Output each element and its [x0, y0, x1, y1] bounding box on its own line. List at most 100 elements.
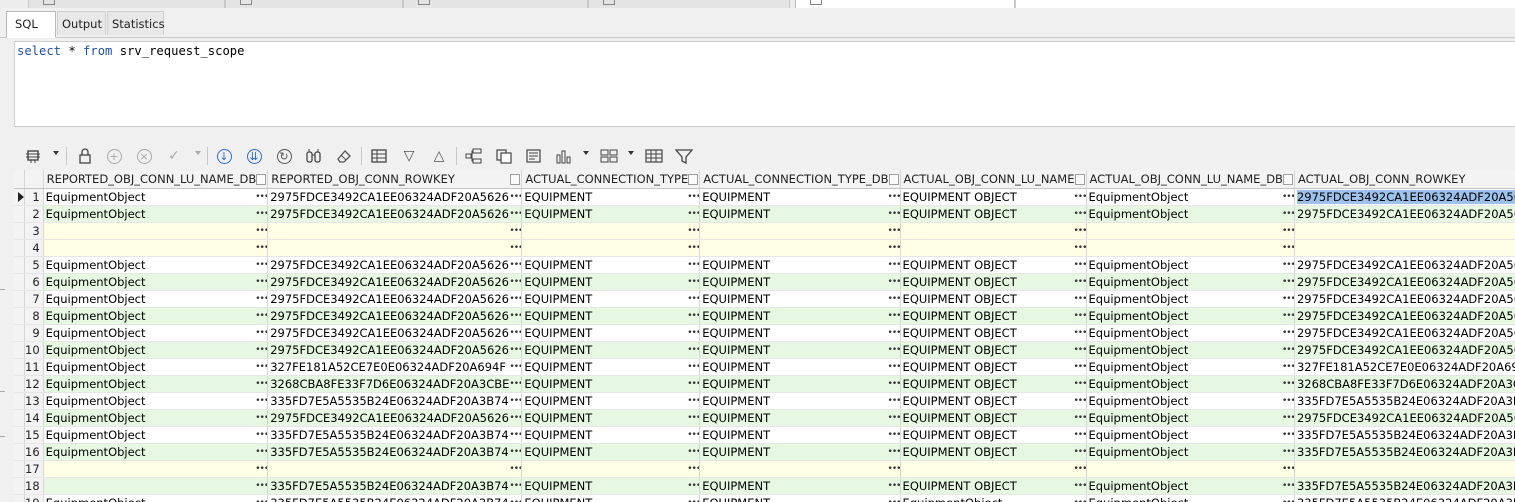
cell-editor-button[interactable]: •••	[1074, 481, 1086, 491]
table-cell[interactable]: EquipmentObject •••	[1086, 205, 1295, 223]
table-cell[interactable]: EQUIPMENT •••	[699, 205, 901, 223]
table-cell[interactable]: 2975FDCE3492CA1EE06324ADF20A5626•••	[267, 341, 523, 359]
row-indicator[interactable]	[14, 290, 25, 308]
table-cell[interactable]: EQUIPMENT •••	[521, 443, 701, 461]
table-cell[interactable]: EquipmentObject •••	[1086, 392, 1295, 410]
cell-editor-button[interactable]: •••	[509, 294, 520, 304]
table-cell[interactable]: •••	[1294, 222, 1515, 240]
cell-editor-button[interactable]: •••	[687, 379, 699, 389]
table-cell[interactable]: 335FD7E5A5535B24E06324ADF20A3B74•••	[267, 426, 523, 444]
cell-editor-button[interactable]: •••	[1074, 294, 1086, 304]
table-cell[interactable]: EquipmentObject •••	[43, 341, 269, 359]
cell-editor-button[interactable]: •••	[255, 362, 267, 372]
editor-tab[interactable]	[588, 0, 790, 8]
table-row[interactable]: 2 EquipmentObject ••• 2975FDCE3492CA1EE0632…	[14, 205, 1515, 223]
table-cell[interactable]: EQUIPMENT •••	[699, 256, 901, 274]
cell-editor-button[interactable]: •••	[1282, 362, 1293, 372]
table-cell[interactable]: EquipmentObject •••	[43, 375, 269, 393]
cell-editor-button[interactable]: •••	[509, 277, 520, 287]
tree-icon[interactable]	[464, 146, 484, 166]
cell-editor-button[interactable]: •••	[687, 294, 699, 304]
column-header[interactable]: ACTUAL_CONNECTION_TYPE_DB	[699, 170, 901, 189]
cell-editor-button[interactable]: •••	[1074, 192, 1086, 202]
table-cell[interactable]: 335FD7E5A5535B24E06324ADF20A3B74•••	[1294, 392, 1515, 410]
cell-editor-button[interactable]: •••	[888, 260, 899, 270]
cell-editor-button[interactable]: •••	[888, 413, 899, 423]
table-cell[interactable]: •••	[699, 239, 901, 257]
table-cell[interactable]: EQUIPMENT •••	[521, 375, 701, 393]
table-cell[interactable]: •••	[900, 222, 1087, 240]
cell-editor-button[interactable]: •••	[687, 311, 699, 321]
record-menu-icon[interactable]	[24, 146, 44, 166]
cell-editor-button[interactable]: •••	[1282, 277, 1293, 287]
column-filter-button[interactable]	[1282, 173, 1293, 185]
cell-editor-button[interactable]: •••	[687, 277, 699, 287]
table-cell[interactable]: 2975FDCE3492CA1EE06324ADF20A5626•••	[1294, 188, 1515, 206]
table-row[interactable]: 9 EquipmentObject ••• 2975FDCE3492CA1EE0632…	[14, 324, 1515, 342]
apply-icon[interactable]: ✓	[164, 146, 184, 166]
sort-asc-icon[interactable]: △	[429, 146, 449, 166]
table-cell[interactable]: EQUIPMENT OBJECT •••	[900, 188, 1087, 206]
cell-editor-button[interactable]: •••	[509, 260, 520, 270]
cell-editor-button[interactable]: •••	[509, 396, 520, 406]
table-cell[interactable]: EQUIPMENT •••	[521, 324, 701, 342]
table-cell[interactable]: EquipmentObject •••	[43, 273, 269, 291]
table-cell[interactable]: EquipmentObject •••	[43, 494, 269, 502]
table-cell[interactable]: EquipmentObject •••	[43, 307, 269, 325]
table-cell[interactable]: EquipmentObject •••	[43, 205, 269, 223]
cell-editor-button[interactable]: •••	[1074, 430, 1086, 440]
table-cell[interactable]: EquipmentObject •••	[1086, 477, 1295, 495]
table-cell[interactable]: EquipmentObject •••	[43, 443, 269, 461]
table-cell[interactable]: •••	[521, 239, 701, 257]
cell-editor-button[interactable]: •••	[888, 277, 899, 287]
table-cell[interactable]: 335FD7E5A5535B24E06324ADF20A3B74•••	[1294, 426, 1515, 444]
table-cell[interactable]: 335FD7E5A5535B24E06324ADF20A3B74•••	[267, 443, 523, 461]
table-row[interactable]: 10 EquipmentObject ••• 2975FDCE3492CA1EE063…	[14, 341, 1515, 359]
table-cell[interactable]: EQUIPMENT •••	[699, 443, 901, 461]
table-cell[interactable]: 335FD7E5A5535B24E06324ADF20A3B74•••	[1294, 477, 1515, 495]
table-cell[interactable]: •••	[43, 239, 269, 257]
add-row-icon[interactable]: +	[104, 146, 124, 166]
table-cell[interactable]: EquipmentObject •••	[1086, 494, 1295, 502]
cell-editor-button[interactable]: •••	[1282, 260, 1293, 270]
table-cell[interactable]: EquipmentObject •••	[1086, 358, 1295, 376]
cell-editor-button[interactable]: •••	[687, 464, 699, 474]
cell-editor-button[interactable]: •••	[888, 447, 899, 457]
columns-icon[interactable]	[599, 146, 619, 166]
cell-editor-button[interactable]: •••	[888, 192, 899, 202]
cell-editor-button[interactable]: •••	[1282, 311, 1293, 321]
filter-icon[interactable]	[674, 146, 694, 166]
cell-editor-button[interactable]: •••	[255, 277, 267, 287]
cell-editor-button[interactable]: •••	[509, 379, 520, 389]
sql-editor[interactable]: select * from srv_request_scope	[14, 41, 1515, 127]
cell-editor-button[interactable]: •••	[255, 260, 267, 270]
cell-editor-button[interactable]: •••	[1074, 447, 1086, 457]
cell-editor-button[interactable]: •••	[687, 362, 699, 372]
cell-editor-button[interactable]: •••	[1282, 209, 1293, 219]
cell-editor-button[interactable]: •••	[687, 447, 699, 457]
table-cell[interactable]: EQUIPMENT •••	[521, 256, 701, 274]
cell-editor-button[interactable]: •••	[1074, 226, 1086, 236]
cell-editor-button[interactable]: •••	[509, 362, 520, 372]
cell-editor-button[interactable]: •••	[888, 311, 899, 321]
table-row[interactable]: 4•••••••••••••••••••••	[14, 239, 1515, 257]
table-cell[interactable]: 2975FDCE3492CA1EE06324ADF20A5626•••	[1294, 256, 1515, 274]
table-cell[interactable]: EQUIPMENT OBJECT •••	[900, 477, 1087, 495]
table-cell[interactable]: •••	[1086, 460, 1295, 478]
table-cell[interactable]: EquipmentObject •••	[1086, 375, 1295, 393]
cell-editor-button[interactable]: •••	[1282, 464, 1293, 474]
chevron-down-icon[interactable]	[195, 151, 201, 155]
table-cell[interactable]: EQUIPMENT •••	[521, 188, 701, 206]
table-row[interactable]: 7 EquipmentObject ••• 2975FDCE3492CA1EE0632…	[14, 290, 1515, 308]
cell-editor-button[interactable]: •••	[1282, 396, 1293, 406]
table-cell[interactable]: EQUIPMENT •••	[699, 324, 901, 342]
copy-icon[interactable]	[494, 146, 514, 166]
cell-editor-button[interactable]: •••	[888, 294, 899, 304]
column-filter-button[interactable]	[688, 173, 699, 185]
table-cell[interactable]: EQUIPMENT OBJECT •••	[900, 324, 1087, 342]
row-indicator[interactable]	[14, 443, 25, 461]
table-cell[interactable]: •••	[1294, 460, 1515, 478]
row-indicator[interactable]	[14, 341, 25, 359]
cell-editor-button[interactable]: •••	[1282, 481, 1293, 491]
table-cell[interactable]: 335FD7E5A5535B24E06324ADF20A3B74•••	[267, 477, 523, 495]
